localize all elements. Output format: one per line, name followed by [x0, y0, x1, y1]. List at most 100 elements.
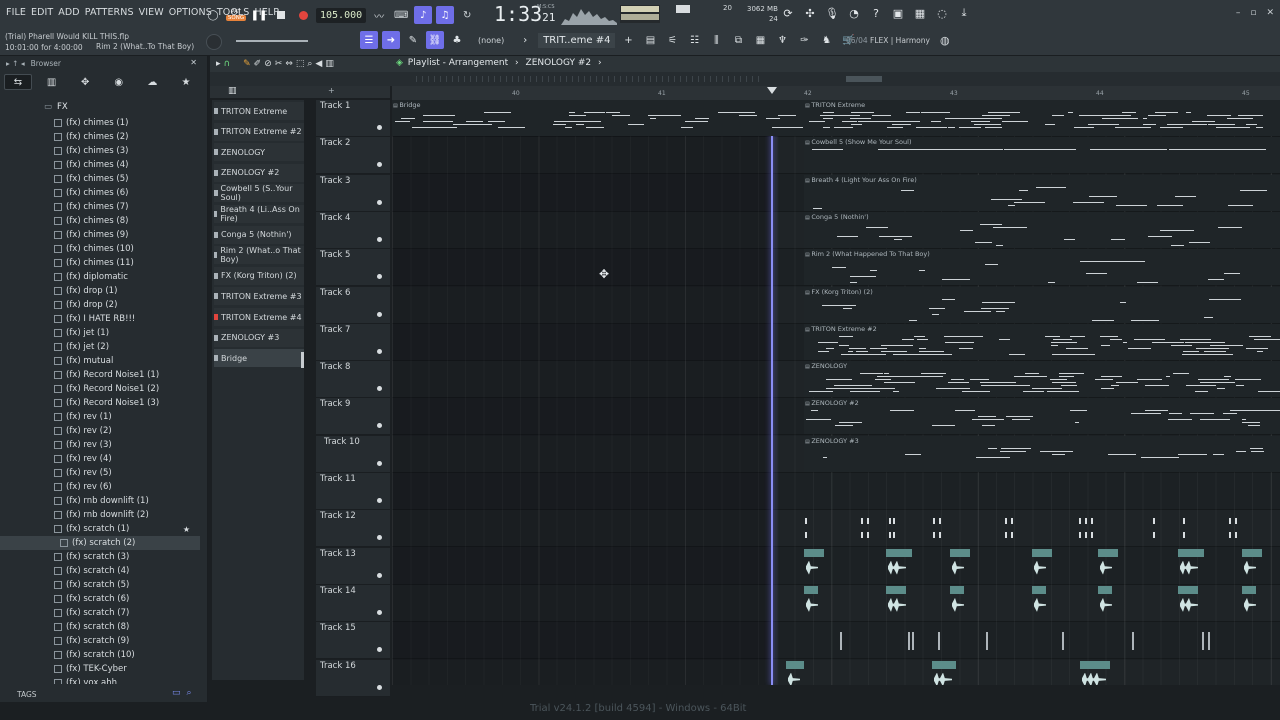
pattern-clip[interactable]: ZENOLOGY #3: [804, 435, 1280, 472]
track-header[interactable]: Track 13: [316, 547, 390, 585]
track-mute-led[interactable]: [377, 386, 382, 392]
play-arrow-icon[interactable]: ▸: [216, 59, 221, 69]
drum-clip[interactable]: [1152, 510, 1156, 546]
track-mute-led[interactable]: [377, 498, 382, 503]
files-tab-icon[interactable]: ▥: [38, 74, 66, 90]
menu-item-patterns[interactable]: PATTERNS: [85, 7, 134, 18]
drum-clip[interactable]: [1234, 510, 1238, 546]
browser-item[interactable]: (fx) drop (1): [0, 284, 200, 298]
drum-clip[interactable]: [1182, 510, 1186, 546]
delete-icon[interactable]: ⊘: [264, 59, 272, 69]
tempo-tap-icon[interactable]: ◔: [846, 4, 862, 22]
select-icon[interactable]: ⬚: [296, 59, 305, 69]
drum-clip[interactable]: [1078, 510, 1082, 546]
browser-item[interactable]: (fx) scratch (10): [0, 648, 200, 662]
pattern-prev-icon[interactable]: ›: [516, 31, 534, 49]
browser-item[interactable]: (fx) chimes (8): [0, 214, 200, 228]
browser-item[interactable]: (fx) rev (6): [0, 480, 200, 494]
audio-clip[interactable]: [1242, 548, 1262, 585]
pattern-list-scrollbar[interactable]: [301, 352, 304, 368]
pencil-icon[interactable]: ✎: [243, 59, 251, 69]
typing-keyboard-icon[interactable]: ⌨: [392, 6, 410, 24]
browser-item[interactable]: (fx) jet (1): [0, 326, 200, 340]
fx-marker[interactable]: [912, 632, 914, 651]
track-header[interactable]: Track 15: [316, 622, 390, 660]
audio-clip[interactable]: [786, 660, 804, 685]
add-pattern-icon[interactable]: +: [619, 31, 637, 49]
fx-marker[interactable]: [840, 632, 842, 651]
browser-item[interactable]: (fx) scratch (5): [0, 578, 200, 592]
harmony-display[interactable]: 06/04 FLEX | Harmony: [846, 36, 930, 45]
audio-clip[interactable]: [804, 585, 818, 622]
channel-rack-icon[interactable]: ⚟: [663, 31, 681, 49]
browser-item[interactable]: (fx) diplomatic: [0, 270, 200, 284]
pattern-selector[interactable]: TRIT..eme #4: [538, 32, 616, 48]
browser-item[interactable]: (fx) scratch (1) ★: [0, 522, 200, 536]
magnet-icon[interactable]: ∩: [224, 59, 231, 69]
pattern-item[interactable]: TRITON Extreme #3: [214, 287, 304, 306]
pattern-clip[interactable]: Breath 4 (Light Your Ass On Fire): [804, 174, 1280, 211]
pat-song-toggle[interactable]: PAT SONG: [225, 8, 247, 22]
browser-item[interactable]: (fx) chimes (7): [0, 200, 200, 214]
track-header[interactable]: Track 1: [316, 100, 390, 137]
pattern-list-icon[interactable]: ▥: [228, 86, 237, 96]
close-icon[interactable]: ✕: [1266, 8, 1274, 18]
track-mute-led[interactable]: [377, 460, 382, 466]
track-header[interactable]: Track 7: [316, 323, 390, 361]
browser-item[interactable]: (fx) scratch (8): [0, 620, 200, 634]
browser-item[interactable]: (fx) chimes (6): [0, 186, 200, 200]
pattern-item[interactable]: TRITON Extreme #4: [214, 308, 304, 326]
browser-folder[interactable]: ▭ FX: [44, 102, 68, 112]
pattern-view-icon[interactable]: ▥: [325, 59, 334, 69]
refresh-icon[interactable]: ⟳: [780, 4, 796, 22]
browser-item[interactable]: (fx) scratch (9): [0, 634, 200, 648]
drum-clip[interactable]: [860, 510, 864, 546]
browser-item[interactable]: (fx) chimes (1): [0, 116, 200, 130]
browser-item[interactable]: (fx) Record Noise1 (3): [0, 396, 200, 410]
add-track-icon[interactable]: +: [328, 86, 335, 95]
mixer-view-icon[interactable]: ☷: [685, 31, 703, 49]
track-mute-led[interactable]: [377, 609, 382, 615]
browser-item[interactable]: (fx) chimes (4): [0, 158, 200, 172]
piano-roll-icon[interactable]: ▤: [641, 31, 659, 49]
browser-item[interactable]: (fx) chimes (11): [0, 256, 200, 270]
audio-clip[interactable]: [950, 548, 970, 585]
track-mute-led[interactable]: [377, 199, 382, 205]
track-header[interactable]: Track 5: [316, 249, 390, 287]
drum-clip[interactable]: [804, 510, 808, 546]
track-mute-led[interactable]: [377, 162, 382, 168]
search-icon[interactable]: ⌕: [187, 688, 192, 698]
track-mute-led[interactable]: [377, 125, 382, 130]
timeline-ruler[interactable]: 40 41 42 43 44 45: [392, 86, 1280, 100]
drum-clip[interactable]: [1004, 510, 1008, 546]
record-button[interactable]: [294, 6, 312, 24]
track-mute-led[interactable]: [377, 684, 382, 690]
track-header[interactable]: Track 11: [316, 473, 390, 510]
drum-clip[interactable]: [892, 510, 896, 546]
browser-item[interactable]: (fx) drop (2): [0, 298, 200, 312]
mute-icon[interactable]: ✂: [275, 59, 283, 69]
help-icon[interactable]: ?: [868, 4, 884, 22]
pattern-clip[interactable]: Rim 2 (What Happened To That Boy): [804, 249, 1280, 286]
menu-item-view[interactable]: VIEW: [139, 7, 164, 18]
slip-icon[interactable]: ⇔: [285, 59, 293, 69]
snap-selector[interactable]: (none): [478, 36, 504, 45]
microphone-icon[interactable]: 🎙: [824, 4, 840, 22]
playhead-marker[interactable]: [767, 87, 777, 94]
save-icon[interactable]: ▣: [890, 4, 906, 22]
flex-icon[interactable]: ◍: [940, 34, 950, 47]
sampler-icon[interactable]: ♞: [817, 31, 835, 49]
track-mute-led[interactable]: [377, 647, 382, 653]
browser-item[interactable]: (fx) chimes (3): [0, 144, 200, 158]
pattern-item[interactable]: FX (Korg Triton) (2): [214, 266, 304, 285]
browser-item[interactable]: (fx) chimes (5): [0, 172, 200, 186]
browser-item[interactable]: (fx) rev (2): [0, 424, 200, 438]
tempo-display[interactable]: 105.000: [316, 7, 367, 23]
master-pitch-slider[interactable]: [236, 40, 308, 42]
midi-icon[interactable]: ✣: [802, 4, 818, 22]
drum-clip[interactable]: [932, 510, 936, 546]
draw-icon[interactable]: ✎: [404, 31, 422, 49]
browser-item[interactable]: (fx) Record Noise1 (1): [0, 368, 200, 382]
fx-marker[interactable]: [986, 632, 988, 651]
step-edit-icon[interactable]: ♪: [414, 6, 433, 24]
